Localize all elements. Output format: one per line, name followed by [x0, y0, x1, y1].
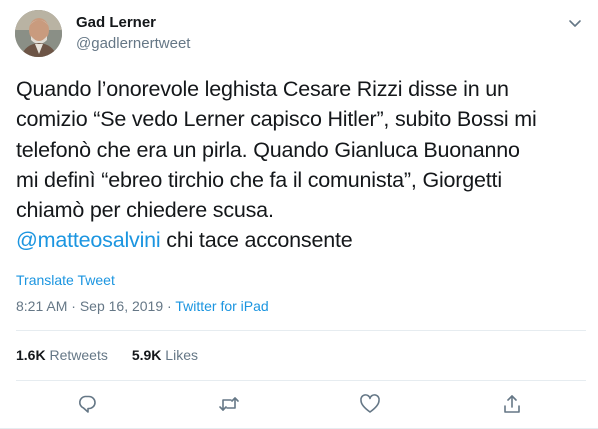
retweets-count: 1.6K: [16, 347, 46, 363]
retweets-stat[interactable]: 1.6K Retweets: [16, 347, 108, 363]
author-handle[interactable]: @gadlernertweet: [76, 35, 190, 52]
mention-link[interactable]: @matteosalvini: [16, 228, 161, 252]
meta-separator: ·: [67, 298, 80, 314]
tweet-date[interactable]: Sep 16, 2019: [80, 298, 163, 314]
likes-count: 5.9K: [131, 347, 162, 363]
mention-tail-text: chi tace acconsente: [160, 228, 353, 253]
divider: [16, 380, 586, 381]
meta-separator: ·: [163, 298, 176, 314]
retweet-icon[interactable]: [218, 393, 240, 415]
tweet-card: Gad Lerner @gadlernertweet Quando l’onor…: [0, 0, 598, 429]
tweet-actions: [0, 393, 598, 419]
divider: [16, 330, 586, 331]
likes-stat[interactable]: 5.9K Likes: [132, 347, 198, 363]
tweet-text-line: chiamò per chiedere scusa.: [16, 198, 274, 223]
tweet-text-line: @matteosalvini chi tace acconsente: [16, 225, 586, 255]
reply-icon[interactable]: [76, 393, 98, 415]
likes-label: Likes: [165, 347, 198, 363]
share-icon[interactable]: [501, 393, 523, 415]
chevron-down-icon[interactable]: [566, 14, 584, 32]
tweet-text: Quando l’onorevole leghista Cesare Rizzi…: [16, 74, 586, 256]
author-display-name[interactable]: Gad Lerner: [76, 14, 156, 31]
tweet-text-line: Quando l’onorevole leghista Cesare Rizzi…: [16, 77, 509, 101]
tweet-stats: 1.6K Retweets 5.9K Likes: [16, 347, 198, 363]
tweet-text-line: comizio “Se vedo Lerner capisco Hitler”,…: [16, 107, 537, 132]
avatar[interactable]: [15, 10, 62, 57]
tweet-source-link[interactable]: Twitter for iPad: [175, 298, 268, 314]
avatar-photo: [15, 10, 62, 57]
tweet-text-line: mi definì “ebreo tirchio che fa il comun…: [16, 167, 502, 192]
heart-icon[interactable]: [359, 393, 381, 415]
tweet-meta: 8:21 AM · Sep 16, 2019 · Twitter for iPa…: [16, 298, 269, 314]
tweet-time[interactable]: 8:21 AM: [16, 298, 67, 314]
retweets-label: Retweets: [49, 347, 108, 363]
tweet-text-line: telefonò che era un pirla. Quando Gianlu…: [16, 137, 520, 162]
translate-tweet-link[interactable]: Translate Tweet: [16, 272, 115, 288]
